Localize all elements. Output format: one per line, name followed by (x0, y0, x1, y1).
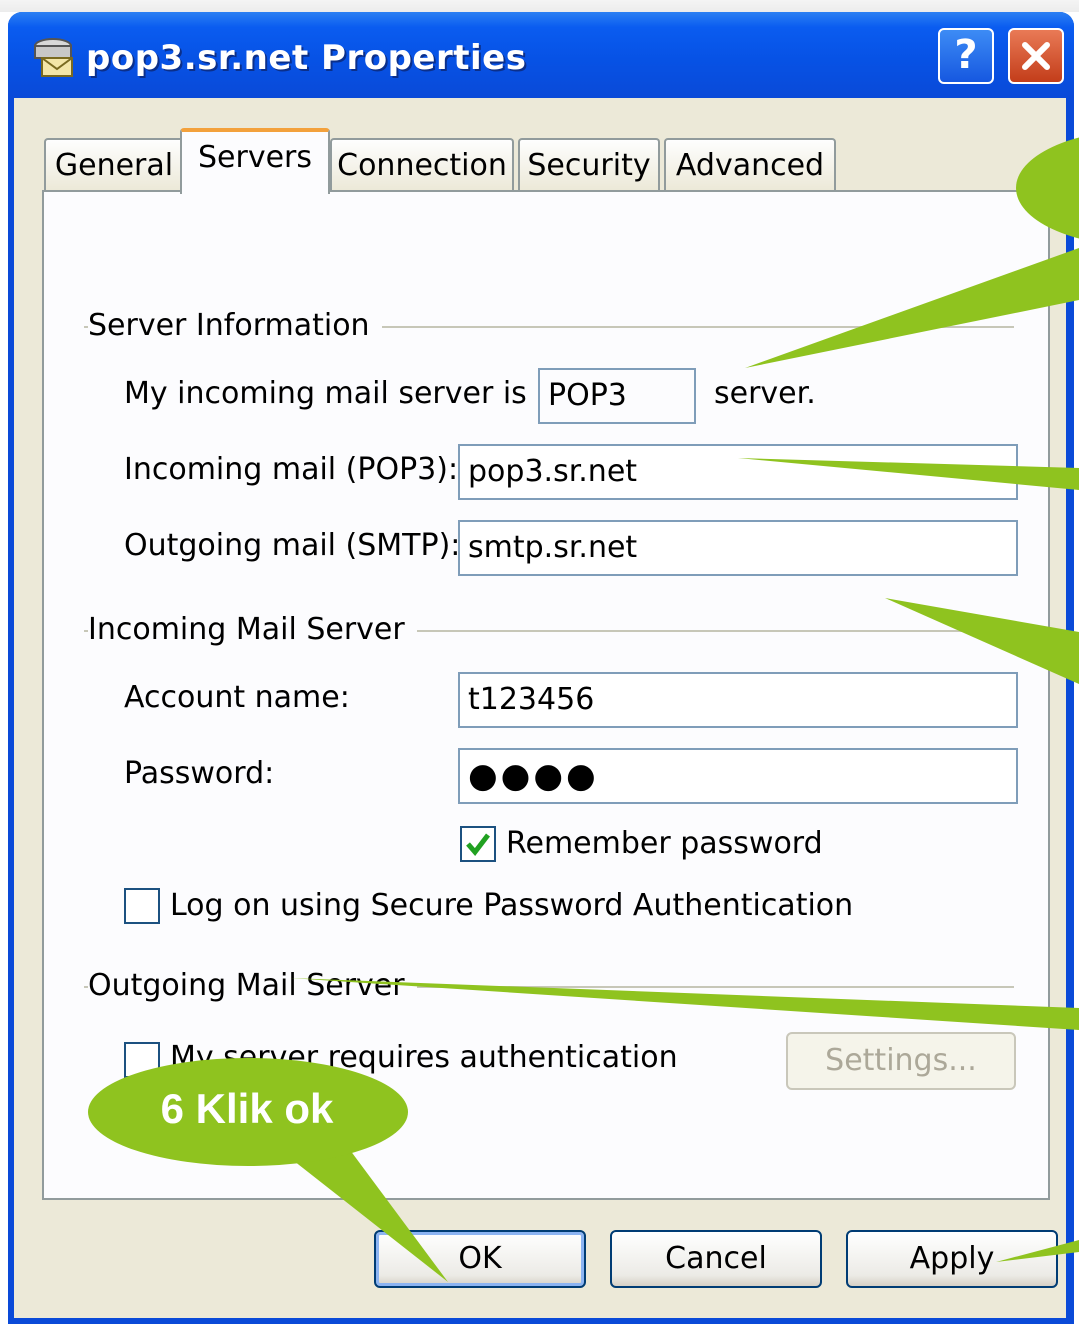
cancel-button[interactable]: Cancel (610, 1230, 822, 1288)
outgoing-mail-server-heading: Outgoing Mail Server (88, 968, 417, 1003)
tab-connection[interactable]: Connection (330, 138, 514, 190)
outgoing-mail-label: Outgoing mail (SMTP): (124, 528, 461, 563)
outgoing-mail-field[interactable]: smtp.sr.net (458, 520, 1018, 576)
checkmark-icon (466, 833, 490, 856)
settings-button[interactable]: Settings... (786, 1032, 1016, 1090)
incoming-mail-field[interactable]: pop3.sr.net (458, 444, 1018, 500)
account-name-field[interactable]: t123456 (458, 672, 1018, 728)
password-label: Password: (124, 756, 275, 791)
servers-tab-panel: Server Information My incoming mail serv… (42, 190, 1050, 1200)
window-title: pop3.sr.net Properties (86, 38, 527, 78)
remember-password-checkbox[interactable] (460, 826, 496, 862)
title-bar[interactable]: pop3.sr.net Properties ? (8, 12, 1074, 98)
dialog-client-area: General Servers Connection Security Adva… (14, 98, 1066, 1318)
remember-password-label[interactable]: Remember password (506, 826, 823, 861)
help-button[interactable]: ? (938, 28, 994, 84)
close-icon (1022, 42, 1050, 70)
account-name-label: Account name: (124, 680, 350, 715)
mail-server-icon (34, 38, 73, 77)
incoming-mail-server-heading: Incoming Mail Server (88, 612, 417, 647)
incoming-type-prefix: My incoming mail server is a (124, 376, 555, 411)
tab-advanced[interactable]: Advanced (664, 138, 836, 190)
incoming-mail-label: Incoming mail (POP3): (124, 452, 459, 487)
incoming-type-value: POP3 (538, 368, 696, 424)
tab-servers[interactable]: Servers (180, 128, 330, 194)
apply-button[interactable]: Apply (846, 1230, 1058, 1288)
server-information-heading: Server Information (88, 308, 382, 343)
close-button[interactable] (1008, 28, 1064, 84)
incoming-type-suffix: server. (714, 376, 816, 411)
spa-label[interactable]: Log on using Secure Password Authenticat… (170, 888, 853, 923)
background-strip (0, 0, 1079, 12)
server-auth-checkbox[interactable] (124, 1042, 160, 1078)
tab-security[interactable]: Security (518, 138, 660, 190)
server-auth-label[interactable]: My server requires authentication (170, 1040, 678, 1075)
spa-checkbox[interactable] (124, 888, 160, 924)
ok-button[interactable]: OK (374, 1230, 586, 1288)
callout-text: 6 Klik ok (160, 1085, 334, 1132)
password-field[interactable]: ●●●● (458, 748, 1018, 804)
tab-general[interactable]: General (44, 138, 184, 190)
